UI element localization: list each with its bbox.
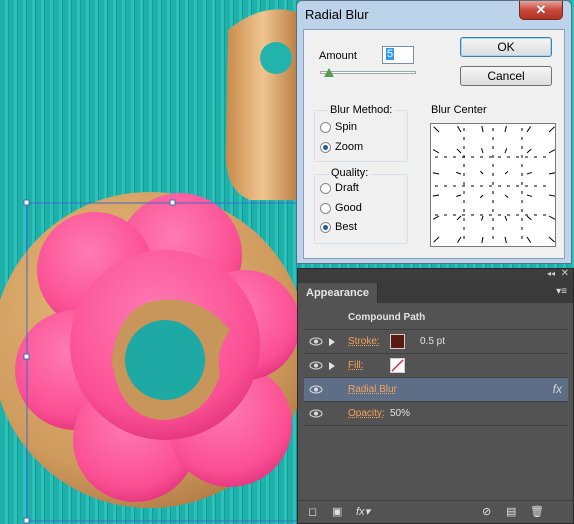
slider-thumb[interactable]: [324, 68, 335, 77]
blur-method-group: [314, 110, 408, 162]
opacity-label[interactable]: Opacity:: [348, 408, 385, 419]
stroke-row[interactable]: Stroke: 0.5 pt: [304, 330, 568, 354]
object-type-label: Compound Path: [348, 312, 426, 323]
dialog-title: Radial Blur: [305, 7, 369, 22]
radio-zoom[interactable]: [320, 142, 331, 153]
panel-tabbar: Appearance ▾≡: [298, 281, 573, 303]
no-icon[interactable]: ⊘: [482, 505, 491, 518]
fx-icon[interactable]: fx: [553, 382, 562, 396]
radio-draft-label[interactable]: Draft: [335, 182, 359, 194]
stroke-label[interactable]: Stroke:: [348, 336, 380, 347]
expand-triangle-icon[interactable]: [329, 338, 335, 346]
radio-best-label[interactable]: Best: [335, 221, 357, 233]
bite-mark: [260, 42, 292, 74]
radial-blur-label[interactable]: Radial Blur: [348, 384, 397, 395]
fill-row[interactable]: Fill:: [304, 354, 568, 378]
dialog-titlebar[interactable]: Radial Blur ✕: [297, 1, 571, 29]
radio-spin-label[interactable]: Spin: [335, 121, 357, 133]
fill-none-swatch[interactable]: [390, 358, 405, 373]
quality-title: Quality:: [329, 167, 371, 179]
stroke-weight[interactable]: 0.5 pt: [420, 336, 445, 347]
expand-triangle-icon[interactable]: [329, 362, 335, 370]
ok-button[interactable]: OK: [460, 37, 552, 57]
slider-track[interactable]: [320, 71, 416, 74]
trash-icon[interactable]: 🗑: [530, 505, 544, 518]
radio-best[interactable]: [320, 222, 331, 233]
cancel-button[interactable]: Cancel: [460, 66, 552, 86]
fill-label[interactable]: Fill:: [348, 360, 364, 371]
stroke-swatch[interactable]: [390, 334, 405, 349]
radio-zoom-label[interactable]: Zoom: [335, 141, 363, 153]
collapse-icon[interactable]: ◂◂: [547, 269, 555, 278]
panel-bottom-bar: ◻ ▣ fx▾ ⊘ ▤ 🗑: [298, 500, 573, 523]
eye-icon[interactable]: [308, 359, 324, 372]
eye-icon[interactable]: [308, 335, 324, 348]
amount-input[interactable]: 5: [382, 46, 414, 64]
eye-icon[interactable]: [308, 383, 324, 396]
appearance-header-row[interactable]: Compound Path: [304, 306, 568, 330]
opacity-value[interactable]: 50%: [390, 408, 410, 419]
panel-menu-icon[interactable]: ▾≡: [556, 286, 567, 297]
blur-center-preview[interactable]: [430, 123, 556, 247]
square-icon[interactable]: ◻: [308, 505, 317, 518]
amount-label: Amount: [319, 50, 357, 62]
opacity-row[interactable]: Opacity: 50%: [304, 402, 568, 426]
radio-spin[interactable]: [320, 122, 331, 133]
blur-center-label: Blur Center: [431, 104, 487, 116]
tab-appearance[interactable]: Appearance: [298, 283, 378, 303]
amount-value: 5: [386, 48, 395, 60]
amount-slider[interactable]: [320, 68, 416, 78]
panel-topbar[interactable]: ◂◂ ✕: [298, 268, 573, 281]
appearance-panel: ◂◂ ✕ Appearance ▾≡ Compound Path Stroke:…: [297, 268, 574, 524]
close-icon[interactable]: ✕: [561, 268, 569, 279]
cookie-handle: [225, 9, 300, 200]
radio-draft[interactable]: [320, 183, 331, 194]
blur-center-pattern: [432, 125, 556, 244]
radio-good-label[interactable]: Good: [335, 202, 362, 214]
eye-icon[interactable]: [308, 407, 324, 420]
new-item-icon[interactable]: ▤: [506, 505, 516, 518]
fx-menu-icon[interactable]: fx▾: [356, 505, 370, 518]
radio-good[interactable]: [320, 203, 331, 214]
close-button[interactable]: ✕: [519, 1, 563, 20]
donut-hole-inner: [125, 320, 205, 400]
radial-blur-row[interactable]: Radial Blur fx: [304, 378, 568, 402]
layer-icon[interactable]: ▣: [332, 505, 342, 518]
blur-method-title: Blur Method:: [328, 104, 395, 116]
